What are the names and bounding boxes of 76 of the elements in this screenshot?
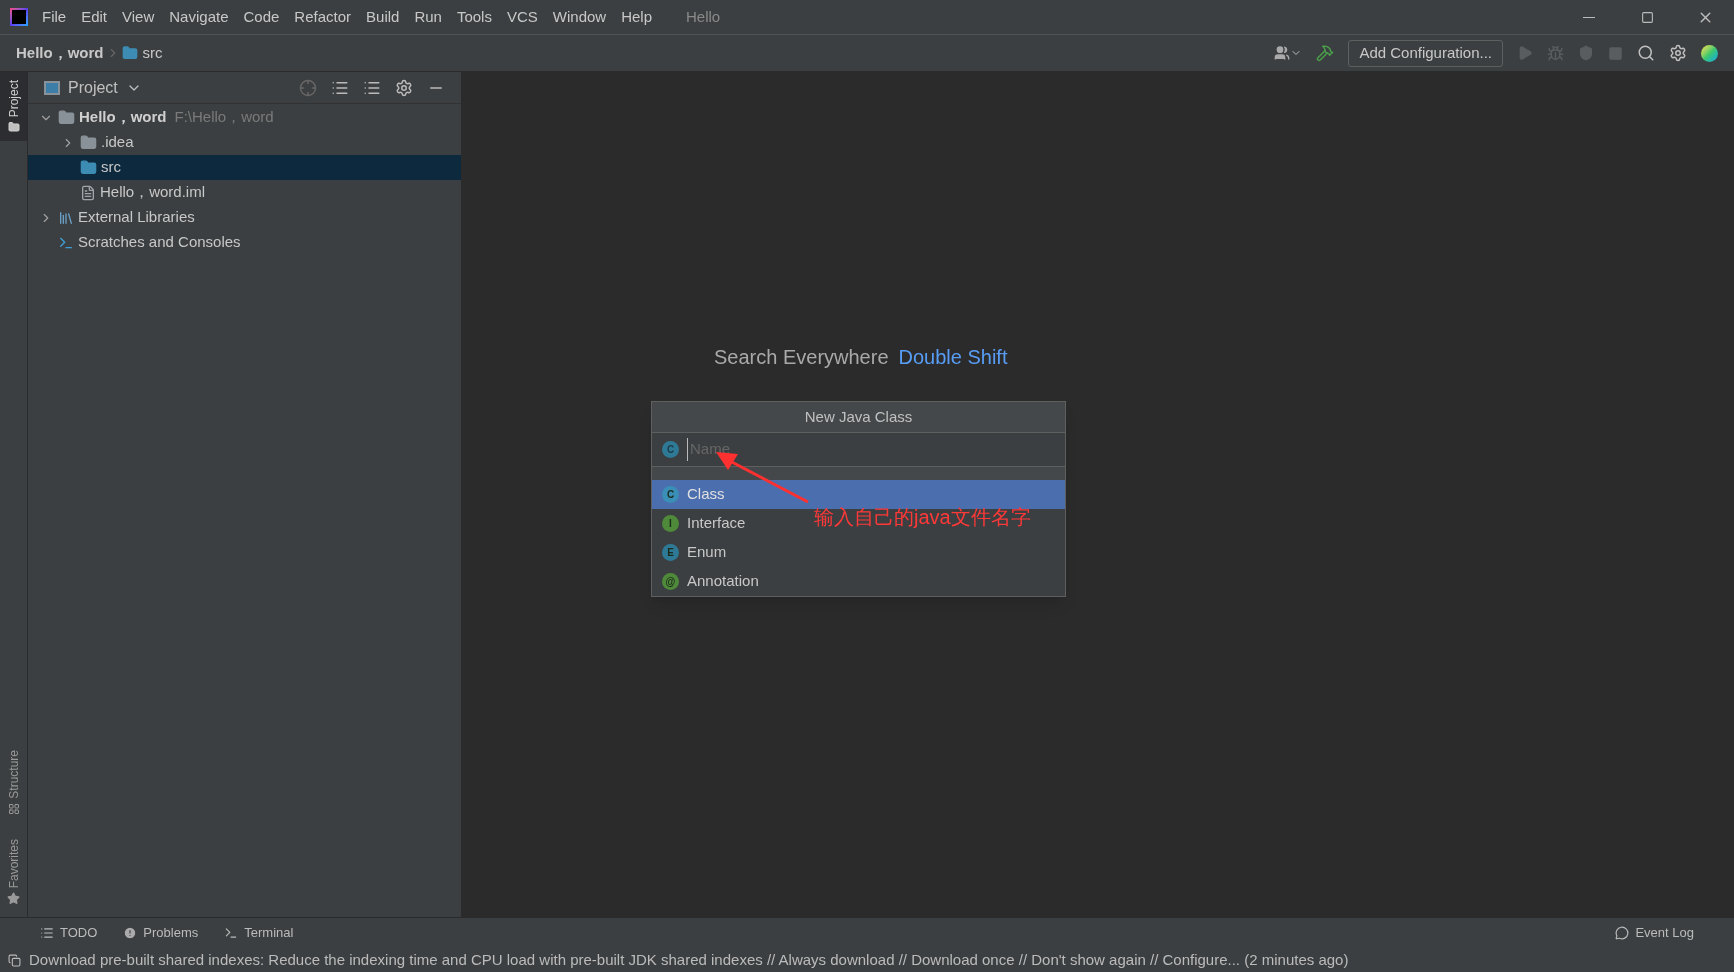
build-icon[interactable]	[1316, 44, 1335, 62]
maximize-icon	[1640, 10, 1654, 24]
tree-item[interactable]: src	[28, 155, 461, 180]
menu-item[interactable]: Window	[552, 5, 607, 29]
menu-item[interactable]: Run	[414, 5, 442, 29]
breadcrumb-project[interactable]: Hello，word	[16, 41, 104, 65]
menu-item[interactable]: Tools	[456, 5, 492, 29]
list-icon	[40, 926, 54, 940]
breadcrumb-folder[interactable]: src	[142, 41, 163, 65]
tool-window-tab[interactable]: Terminal	[224, 923, 294, 943]
menu-item[interactable]: Build	[366, 5, 400, 29]
menu-item[interactable]: File	[42, 5, 67, 29]
hint-action: Search Everywhere	[714, 345, 889, 370]
tree-path: F:\Hello，word	[174, 107, 274, 128]
file-icon	[80, 184, 96, 201]
tree-label: .idea	[101, 132, 134, 153]
tree-label: External Libraries	[78, 207, 195, 228]
kind-option[interactable]: @ Annotation	[662, 570, 759, 593]
tree-label: src	[101, 157, 121, 178]
menu-item[interactable]: Code	[243, 5, 280, 29]
account-button[interactable]	[1274, 45, 1303, 61]
app-logo-icon	[10, 8, 28, 26]
panel-view-icon	[44, 80, 60, 95]
people-icon	[1274, 45, 1291, 61]
tree-item[interactable]: Scratches and Consoles	[28, 230, 461, 255]
kind-icon: I	[662, 515, 679, 532]
folder-icon	[80, 134, 97, 151]
status-icon[interactable]	[8, 953, 21, 967]
tree-label: Scratches and Consoles	[78, 232, 241, 253]
plugin-logo-icon[interactable]	[1701, 44, 1718, 62]
class-icon: C	[662, 441, 679, 458]
settings-icon[interactable]	[395, 78, 413, 97]
hint-shortcut: Double Shift	[898, 345, 1008, 370]
minimize-icon	[1583, 16, 1595, 18]
tree-item[interactable]: .idea	[28, 130, 461, 155]
menu-item[interactable]: Help	[621, 5, 653, 29]
folder-icon	[80, 159, 97, 176]
menu-item[interactable]: Edit	[81, 5, 108, 29]
tree-item[interactable]: Hello，word F:\Hello，word	[28, 105, 461, 130]
side-tab[interactable]: Favorites	[0, 830, 27, 913]
add-configuration-button[interactable]: Add Configuration...	[1348, 39, 1503, 67]
annotation-text: 输入自己的java文件名字	[814, 505, 1031, 530]
speech-bubble-icon	[1615, 926, 1630, 940]
kind-icon: E	[662, 544, 679, 561]
status-message: Download pre-built shared indexes: Reduce the indexing time and CPU load with pre-built JDK shared indexes // Always download // Download once // Don't show again // Configure... (2 minutes ago)	[29, 949, 1349, 970]
kind-option[interactable]: E Enum	[662, 541, 727, 564]
settings-icon[interactable]	[1669, 44, 1687, 62]
terminal-icon	[224, 926, 239, 940]
kind-icon: C	[662, 486, 679, 503]
module-folder-icon	[58, 109, 75, 126]
tree-item[interactable]: Hello，word.iml	[28, 180, 461, 205]
folder-icon	[7, 121, 20, 134]
libraries-icon	[58, 209, 74, 226]
menu-item[interactable]: View	[122, 5, 155, 29]
tree-item[interactable]: External Libraries	[28, 205, 461, 230]
kind-option[interactable]: I Interface	[662, 512, 746, 535]
side-tab[interactable]: Project	[0, 72, 27, 142]
kind-icon: @	[662, 573, 679, 590]
search-icon[interactable]	[1637, 44, 1655, 62]
tree-label: Hello，word.iml	[100, 182, 206, 203]
tool-window-tab[interactable]: TODO	[40, 923, 98, 943]
menu-item[interactable]: Refactor	[294, 5, 352, 29]
event-log-tab[interactable]: Event Log	[1615, 923, 1694, 943]
star-icon	[7, 892, 20, 905]
tree-label: Hello，word	[79, 107, 167, 128]
menu-item[interactable]: Navigate	[169, 5, 229, 29]
folder-icon	[121, 45, 138, 61]
panel-title[interactable]: Project	[68, 75, 118, 100]
window-title: Hello	[686, 6, 721, 27]
side-tab[interactable]: Structure	[0, 741, 27, 823]
alert-icon	[123, 926, 138, 940]
kind-option[interactable]: C Class	[662, 483, 725, 506]
tool-window-tab[interactable]: Problems	[123, 923, 199, 943]
dialog-title: New Java Class	[652, 402, 1065, 433]
menu-item[interactable]: VCS	[506, 5, 538, 29]
structure-icon	[7, 802, 20, 815]
